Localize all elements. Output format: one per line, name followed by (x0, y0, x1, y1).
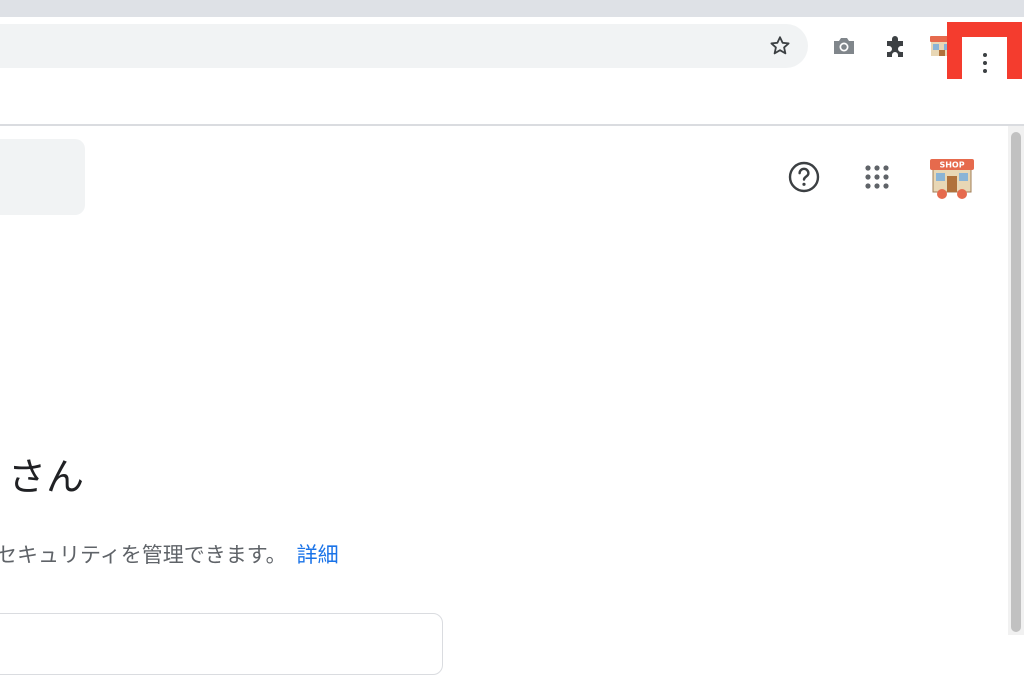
description-text: セキュリティを管理できます。 (0, 543, 287, 567)
greeting-suffix: さん (8, 455, 85, 499)
scrollbar-thumb[interactable] (1011, 132, 1021, 632)
page-scrollbar[interactable] (1008, 126, 1024, 635)
tab-strip (0, 0, 1024, 17)
apps-grid-icon[interactable] (856, 156, 898, 198)
puzzle-icon[interactable] (878, 29, 912, 63)
learn-more-link[interactable]: 詳細 (297, 543, 339, 567)
page-viewport: SHOP さん セキュリティを管理できます。 詳細 (0, 126, 1008, 675)
description-line: セキュリティを管理できます。 詳細 (0, 539, 339, 569)
address-bar[interactable] (0, 24, 808, 68)
browser-toolbar (0, 17, 1024, 106)
help-circle-icon[interactable] (783, 156, 825, 198)
camera-icon[interactable] (827, 29, 861, 63)
star-outline-icon[interactable] (763, 29, 797, 63)
three-dots-vertical-icon[interactable] (977, 49, 993, 77)
search-box[interactable] (0, 139, 85, 215)
info-card (0, 613, 443, 675)
avatar-badge-text: SHOP (939, 161, 964, 170)
bookmark-bar (0, 79, 1024, 124)
account-avatar[interactable]: SHOP (927, 156, 977, 200)
